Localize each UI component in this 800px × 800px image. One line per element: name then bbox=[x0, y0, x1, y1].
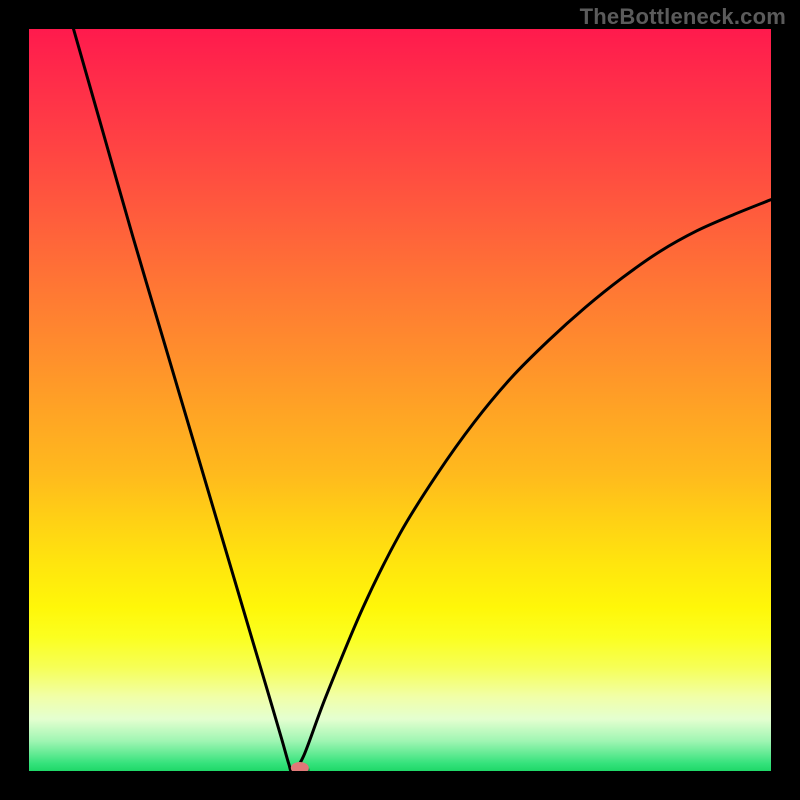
chart-stage: TheBottleneck.com bbox=[0, 0, 800, 800]
chart-svg bbox=[29, 29, 771, 771]
watermark-text: TheBottleneck.com bbox=[580, 4, 786, 30]
valley-marker bbox=[291, 762, 309, 771]
plot-area bbox=[29, 29, 771, 771]
bottleneck-curve bbox=[74, 29, 771, 771]
